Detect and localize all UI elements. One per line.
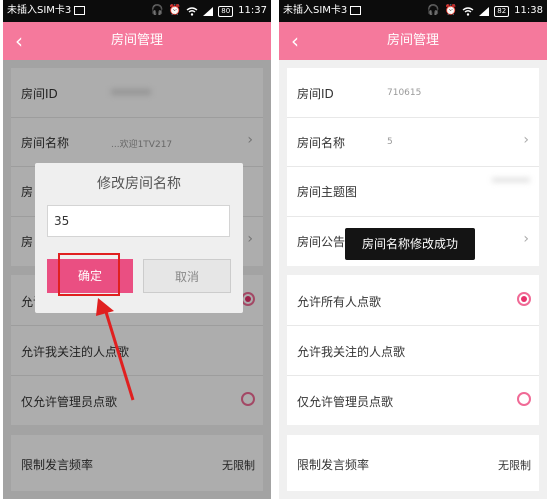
song-permission-card: 允许所有人点歌 允许我关注的人点歌 仅允许管理员点歌 xyxy=(287,275,539,425)
divider xyxy=(272,0,275,499)
rate-limit-row[interactable]: 限制发言频率 无限制 xyxy=(287,435,539,491)
phone-screen-before: 未插入SIM卡3 🎧 ⏰ 80 11:37 ‹ 房间管理 房间ID 房间名称 .… xyxy=(3,0,271,499)
red-arrow-icon xyxy=(96,298,135,401)
room-theme-label: 房间主题图 xyxy=(297,185,358,199)
room-name-label: 房间名称 xyxy=(297,136,346,150)
admins-only-label: 仅允许管理员点歌 xyxy=(297,395,394,409)
room-id-row: 房间ID 710615 xyxy=(287,68,539,118)
signal-icon xyxy=(479,6,490,16)
room-id-label: 房间ID xyxy=(297,87,334,101)
allow-all-row[interactable]: 允许所有人点歌 xyxy=(287,275,539,326)
carrier-label: 未插入SIM卡3 xyxy=(283,0,362,22)
rate-limit-label: 限制发言频率 xyxy=(297,458,370,472)
allow-followed-row[interactable]: 允许我关注的人点歌 xyxy=(287,325,539,376)
image-notification-icon xyxy=(350,5,362,15)
radio-icon[interactable] xyxy=(517,392,531,406)
battery-icon: 82 xyxy=(494,5,510,17)
room-theme-row[interactable]: 房间主题图 xyxy=(287,166,539,217)
phone-screen-after: 未插入SIM卡3 🎧 ⏰ 82 11:38 ‹ 房间管理 房间ID 710615… xyxy=(279,0,547,499)
allow-followed-label: 允许我关注的人点歌 xyxy=(297,345,406,359)
rate-limit-card: 限制发言频率 无限制 xyxy=(287,435,539,491)
status-time: 11:38 xyxy=(514,5,543,16)
wifi-icon xyxy=(462,6,474,16)
headphones-icon: 🎧 xyxy=(427,5,440,16)
allow-all-label: 允许所有人点歌 xyxy=(297,295,382,309)
room-id-value: 710615 xyxy=(387,88,422,98)
alarm-icon: ⏰ xyxy=(444,5,458,16)
page-title: 房间管理 xyxy=(386,33,439,48)
room-notice-label: 房间公告 xyxy=(297,235,346,249)
admins-only-row[interactable]: 仅允许管理员点歌 xyxy=(287,375,539,425)
status-bar: 未插入SIM卡3 🎧 ⏰ 82 11:38 xyxy=(279,0,547,22)
radio-icon[interactable] xyxy=(517,292,531,306)
chevron-right-icon: › xyxy=(523,132,529,148)
rate-limit-value: 无限制 xyxy=(498,459,531,472)
theme-thumbnail xyxy=(492,178,530,182)
room-name-value: 5 xyxy=(387,137,393,147)
nav-bar: ‹ 房间管理 xyxy=(279,22,547,60)
chevron-right-icon: › xyxy=(523,231,529,247)
success-toast: 房间名称修改成功 xyxy=(345,228,475,260)
room-name-row[interactable]: 房间名称 5 › xyxy=(287,117,539,167)
